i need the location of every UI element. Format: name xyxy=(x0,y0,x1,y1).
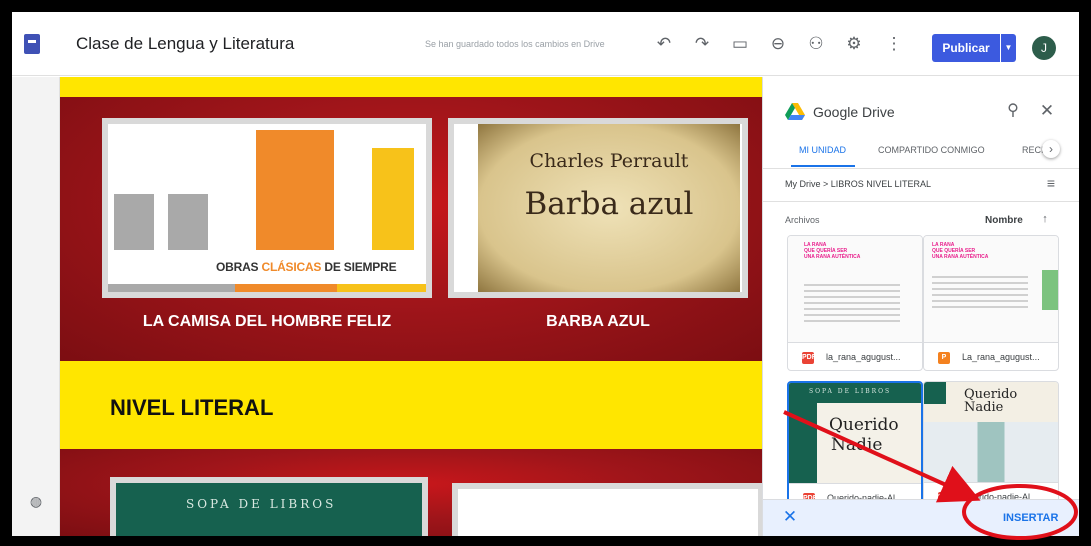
cover-text-part: DE SIEMPRE xyxy=(321,260,397,274)
breadcrumb[interactable]: My Drive > LIBROS NIVEL LITERAL xyxy=(785,179,931,189)
cover-shape xyxy=(168,194,208,254)
cover-title: Barba azul xyxy=(524,186,694,222)
thumb-title-line: UNA RANA AUTÉNTICA xyxy=(804,254,861,260)
top-bar: Clase de Lengua y Literatura Se han guar… xyxy=(12,12,1079,76)
page-canvas: OBRAS CLÁSICAS DE SIEMPRE Charles Perrau… xyxy=(60,77,762,536)
pdf-icon: PDF xyxy=(802,352,816,364)
left-rail: ◍ xyxy=(12,77,60,536)
file-thumbnail: LA RANA QUE QUERÍA SER UNA RANA AUTÉNTIC… xyxy=(924,236,1058,342)
cover-series-text: SOPA DE LIBROS xyxy=(809,388,892,395)
files-heading: Archivos xyxy=(785,215,820,225)
settings-icon[interactable]: ⚙ xyxy=(842,32,866,56)
publish-menu-icon[interactable]: ▼ xyxy=(1001,34,1016,62)
cover-corner-band xyxy=(924,382,946,404)
more-icon[interactable]: ⋮ xyxy=(882,32,906,56)
slides-icon: P xyxy=(938,352,950,364)
google-drive-panel: Google Drive ⚲ ✕ MI UNIDAD COMPARTIDO CO… xyxy=(762,77,1079,536)
list-view-icon[interactable]: ≡ xyxy=(1043,175,1059,191)
file-thumbnail: SOPA DE LIBROS Querido Nadie xyxy=(789,383,921,483)
book-caption: LA CAMISA DEL HOMBRE FELIZ xyxy=(142,313,392,330)
cover-text-accent: CLÁSICAS xyxy=(261,260,322,274)
cover-strip xyxy=(108,284,426,292)
file-tile[interactable]: Querido Nadie PDF Querido-nadie-Al... xyxy=(923,381,1059,511)
file-tile[interactable]: LA RANA QUE QUERÍA SER UNA RANA AUTÉNTIC… xyxy=(923,235,1059,371)
undo-icon[interactable]: ↶ xyxy=(652,32,676,56)
cover-text-part: OBRAS xyxy=(216,260,262,274)
yellow-band xyxy=(60,77,762,97)
chevron-right-icon[interactable]: › xyxy=(1042,140,1060,158)
file-tile[interactable]: LA RANA QUE QUERÍA SER UNA RANA AUTÉNTIC… xyxy=(787,235,923,371)
divider xyxy=(763,168,1079,169)
file-tile-selected[interactable]: SOPA DE LIBROS Querido Nadie PDF Querido… xyxy=(787,381,923,511)
publish-button[interactable]: Publicar xyxy=(932,34,1000,62)
tab-shared-with-me[interactable]: COMPARTIDO CONMIGO xyxy=(878,145,985,155)
search-icon[interactable]: ⚲ xyxy=(1003,101,1023,121)
tab-my-drive[interactable]: MI UNIDAD xyxy=(799,145,846,155)
tab-recent[interactable]: RECI xyxy=(1022,145,1044,155)
active-tab-indicator xyxy=(791,165,855,167)
cover-title: Querido xyxy=(829,415,899,435)
cover-side-band xyxy=(789,403,817,483)
insert-button[interactable]: INSERTAR xyxy=(1003,512,1058,524)
google-drive-logo-icon xyxy=(785,103,805,120)
cover-title: Nadie xyxy=(831,435,883,455)
thumb-title: LA RANA QUE QUERÍA SER UNA RANA AUTÉNTIC… xyxy=(932,242,988,260)
cover-author: Charles Perrault xyxy=(529,150,689,172)
file-thumbnail: Querido Nadie xyxy=(924,382,1058,482)
file-name-row: P La_rana_agugust... xyxy=(924,342,1058,370)
cover-series-text: SOPA DE LIBROS xyxy=(186,497,337,511)
book-caption: BARBA AZUL xyxy=(546,313,650,330)
sites-editor-window: Clase de Lengua y Literatura Se han guar… xyxy=(12,12,1079,536)
avatar[interactable]: J xyxy=(1032,36,1056,60)
cover-text: OBRAS CLÁSICAS DE SIEMPRE xyxy=(216,260,397,274)
thumb-title-line: UNA RANA AUTÉNTICA xyxy=(932,254,989,260)
save-status: Se han guardado todos los cambios en Dri… xyxy=(425,39,605,49)
book-card-sopa[interactable]: SOPA DE LIBROS xyxy=(110,477,428,536)
sort-arrow-icon[interactable]: ↑ xyxy=(1037,211,1053,227)
close-icon[interactable]: ✕ xyxy=(781,508,799,526)
file-name: La_rana_agugust... xyxy=(962,352,1040,362)
divider xyxy=(763,201,1079,202)
thumb-title: LA RANA QUE QUERÍA SER UNA RANA AUTÉNTIC… xyxy=(804,242,860,260)
cover-title: Querido Nadie xyxy=(964,387,1018,415)
section-title: NIVEL LITERAL xyxy=(110,395,274,420)
sites-app-icon xyxy=(24,34,40,54)
redo-icon[interactable]: ↷ xyxy=(690,32,714,56)
link-icon[interactable]: ⊖ xyxy=(766,32,790,56)
palette-icon[interactable]: ◍ xyxy=(26,491,46,511)
file-thumbnail: LA RANA QUE QUERÍA SER UNA RANA AUTÉNTIC… xyxy=(788,236,922,342)
file-name: la_rana_agugust... xyxy=(826,352,901,362)
book-card-barba[interactable]: Charles Perrault Barba azul xyxy=(448,118,748,298)
frog-illustration xyxy=(1042,270,1058,310)
cover-header-band: SOPA DE LIBROS xyxy=(789,383,921,403)
file-name-row: PDF la_rana_agugust... xyxy=(788,342,922,370)
share-icon[interactable]: ⚇ xyxy=(804,32,828,56)
book-card-camisa[interactable]: OBRAS CLÁSICAS DE SIEMPRE xyxy=(102,118,432,298)
cover-illustration xyxy=(924,422,1058,482)
preview-icon[interactable]: ▭ xyxy=(728,32,752,56)
site-title[interactable]: Clase de Lengua y Literatura xyxy=(76,34,294,54)
drive-panel-title: Google Drive xyxy=(813,104,895,120)
drive-action-bar: ✕ INSERTAR xyxy=(763,499,1079,536)
close-icon[interactable]: ✕ xyxy=(1037,101,1057,121)
book-card-empty[interactable] xyxy=(452,483,762,536)
cover-shape xyxy=(114,194,154,254)
sort-label[interactable]: Nombre xyxy=(985,215,1023,226)
